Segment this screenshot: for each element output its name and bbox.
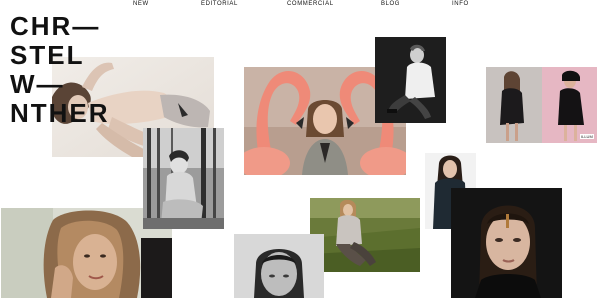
nav-item-blog[interactable]: BLOG — [381, 1, 400, 7]
photo-man-seated-bw[interactable] — [375, 37, 446, 123]
logo-line-1: CHR— — [10, 11, 101, 41]
logo-line-4: NTHER — [10, 98, 110, 128]
photo-forest-bw[interactable] — [143, 128, 224, 229]
logo-line-2: STEL — [10, 40, 85, 70]
nav-item-editorial[interactable]: EDITORIAL — [201, 1, 238, 7]
nav-item-info[interactable]: INFO — [452, 1, 469, 7]
nav-item-new[interactable]: NEW — [133, 1, 149, 7]
photo-dark-portrait[interactable] — [451, 188, 562, 298]
nav-item-commercial[interactable]: COMMERCIAL — [287, 1, 334, 7]
pink-collage-badge: ILLUM — [580, 134, 594, 139]
photo-pink-collage[interactable] — [486, 67, 597, 143]
photo-slicked-hair-bw[interactable] — [234, 234, 324, 298]
site-logo[interactable]: CHR— STEL W— NTHER — [10, 12, 110, 128]
photo-grass-model[interactable] — [310, 198, 420, 272]
logo-line-3: W— — [10, 69, 65, 99]
